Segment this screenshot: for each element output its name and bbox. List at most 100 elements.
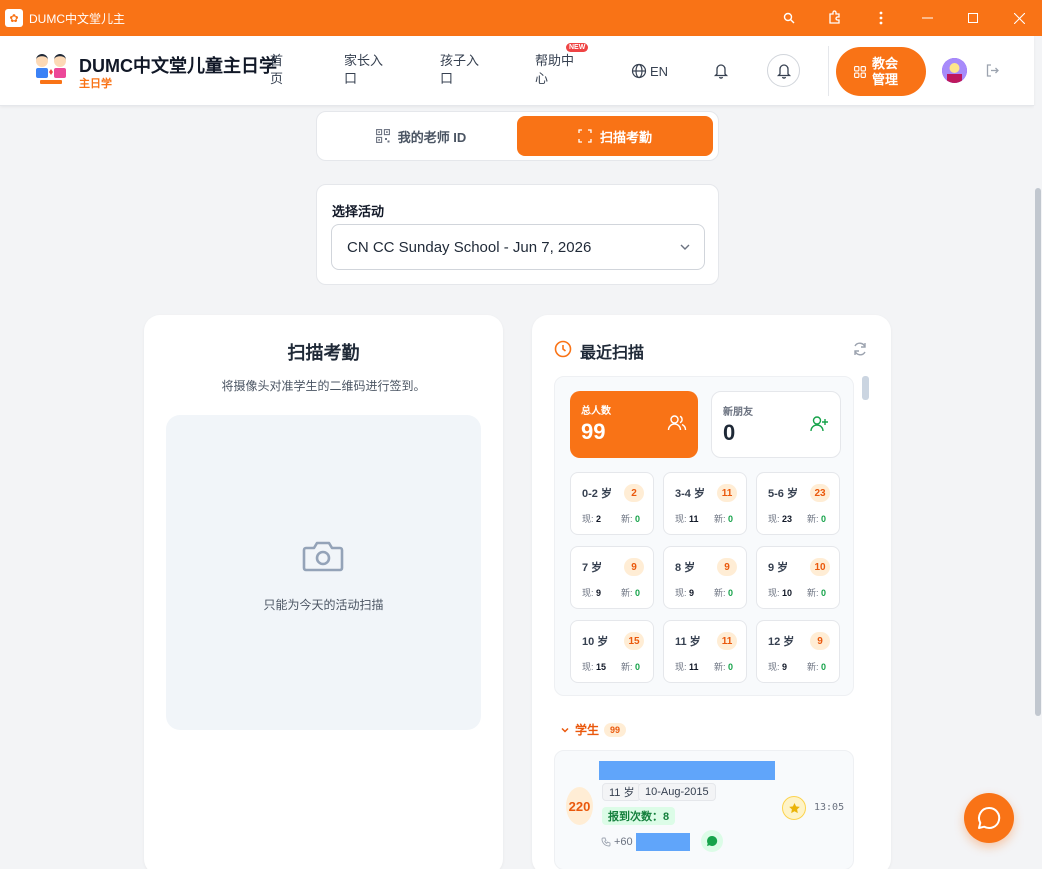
brand-logo-icon[interactable] [30,51,72,87]
age-group-count: 2 [624,484,644,502]
page-scrollbar[interactable] [1034,106,1042,869]
chevron-down-icon [561,727,569,733]
scan-attendance-card: 扫描考勤 将摄像头对准学生的二维码进行签到。 只能为今天的活动扫描 [144,315,503,869]
whatsapp-icon[interactable] [701,830,723,852]
age-group-count: 9 [717,558,737,576]
age-group-count: 9 [624,558,644,576]
age-group-card[interactable]: 12 岁 9 现: 9 新: 0 [756,620,840,683]
more-menu-icon[interactable] [858,0,904,36]
age-group-new: 新: 0 [807,588,827,598]
age-group-count: 9 [810,632,830,650]
language-label: EN [650,63,669,79]
window-title: DUMC中文堂儿主 [29,11,125,26]
total-label: 总人数 [581,406,611,417]
age-group-count: 11 [717,632,737,650]
student-id-badge: 220 [566,787,593,825]
nav-parent-portal-link[interactable]: 家长入口 [344,52,386,88]
age-group-card[interactable]: 5-6 岁 23 现: 23 新: 0 [756,472,840,535]
students-label: 学生 [575,723,600,737]
page-scrollbar-thumb[interactable] [1035,188,1041,716]
age-group-card[interactable]: 8 岁 9 现: 9 新: 0 [663,546,747,609]
student-dob-chip: 10-Aug-2015 [638,783,716,801]
qr-code-icon [375,129,390,143]
age-group-card[interactable]: 0-2 岁 2 现: 2 新: 0 [570,472,654,535]
church-admin-button[interactable]: 教会管理 [836,47,926,96]
age-group-label: 11 岁 [675,636,701,648]
language-switch[interactable]: EN [631,63,668,79]
attendance-stats-panel: 总人数 99 新朋友 0 0-2 岁 2 现: 2 新: 0 3-4 岁 11 … [554,376,854,696]
age-group-new: 新: 0 [714,588,734,598]
extensions-icon[interactable] [812,0,858,36]
activity-select[interactable]: CN CC Sunday School - Jun 7, 2026 [331,224,705,270]
total-value: 99 [581,419,606,444]
window-titlebar: ✿ DUMC中文堂儿主 [0,0,1042,36]
phone-number-redacted [635,833,690,851]
age-group-label: 10 岁 [582,636,609,648]
age-group-count: 23 [810,484,830,502]
new-friends-value: 0 [723,420,736,445]
age-group-card[interactable]: 10 岁 15 现: 15 新: 0 [570,620,654,683]
star-icon[interactable] [782,796,806,820]
chat-button[interactable] [964,793,1014,843]
age-group-present: 现: 11 [675,662,699,672]
tab-teacher-id-label: 我的老师 ID [397,129,467,145]
age-group-present: 现: 9 [768,662,788,672]
mode-tabs: 我的老师 ID 扫描考勤 [316,111,719,161]
notifications-bell-icon[interactable] [713,62,729,84]
age-group-card[interactable]: 9 岁 10 现: 10 新: 0 [756,546,840,609]
app-header: DUMC中文堂儿童主日学 主日学 首页 家长入口 孩子入口 帮助中心 NEW E… [0,36,1034,106]
phone-icon [601,837,611,847]
age-group-label: 12 岁 [768,636,795,648]
recent-scrollbar[interactable] [862,376,869,869]
camera-scan-area[interactable]: 只能为今天的活动扫描 [166,415,481,730]
student-phone: +60 [601,833,690,851]
chat-bubble-icon [978,806,1001,829]
clock-icon [554,340,572,358]
zoom-icon[interactable] [766,0,812,36]
age-group-new: 新: 0 [807,514,827,524]
age-group-present: 现: 10 [768,588,793,598]
globe-icon [631,63,647,79]
tab-scan-attendance[interactable]: 扫描考勤 [517,116,713,156]
dashboard-grid-icon [854,65,866,78]
app-icon: ✿ [5,9,23,27]
tab-scan-attendance-label: 扫描考勤 [599,129,652,145]
announcements-button[interactable] [767,54,800,87]
activity-selector-card: 选择活动 CN CC Sunday School - Jun 7, 2026 [316,184,719,285]
age-group-new: 新: 0 [621,588,641,598]
age-group-present: 现: 9 [675,588,695,598]
close-button[interactable] [996,0,1042,36]
student-name-redacted [599,761,775,780]
scan-note: 只能为今天的活动扫描 [263,598,384,612]
age-group-count: 11 [717,484,737,502]
chevron-down-icon [680,244,690,250]
total-count-card: 总人数 99 [570,391,698,458]
users-icon [667,415,687,431]
refresh-icon[interactable] [852,341,868,357]
age-group-card[interactable]: 7 岁 9 现: 9 新: 0 [570,546,654,609]
scan-description: 将摄像头对准学生的二维码进行签到。 [221,379,426,393]
recent-scrollbar-thumb[interactable] [862,376,869,400]
age-group-label: 7 岁 [582,562,603,574]
age-group-present: 现: 11 [675,514,699,524]
logout-icon[interactable] [985,63,1000,83]
age-group-card[interactable]: 11 岁 11 现: 11 新: 0 [663,620,747,683]
maximize-button[interactable] [950,0,996,36]
new-friends-label: 新朋友 [723,407,753,418]
tab-teacher-id[interactable]: 我的老师 ID [325,116,517,156]
new-badge: NEW [566,43,589,52]
age-group-card[interactable]: 3-4 岁 11 现: 11 新: 0 [663,472,747,535]
nav-home-link[interactable]: 首页 [270,52,285,88]
scan-title: 扫描考勤 [287,343,360,363]
student-scan-item[interactable]: 220 11 岁 10-Aug-2015 报到次数：8 +60 13:05 [554,750,854,869]
header-divider [828,46,829,96]
nav-help-center-link[interactable]: 帮助中心 [535,52,577,88]
nav-child-portal-link[interactable]: 孩子入口 [440,52,482,88]
students-section-toggle[interactable]: 学生 99 [560,721,627,738]
age-group-present: 现: 2 [582,514,602,524]
minimize-button[interactable] [904,0,950,36]
new-friends-card: 新朋友 0 [711,391,841,458]
camera-icon [302,541,344,572]
user-avatar[interactable] [942,58,967,83]
age-group-new: 新: 0 [714,514,734,524]
